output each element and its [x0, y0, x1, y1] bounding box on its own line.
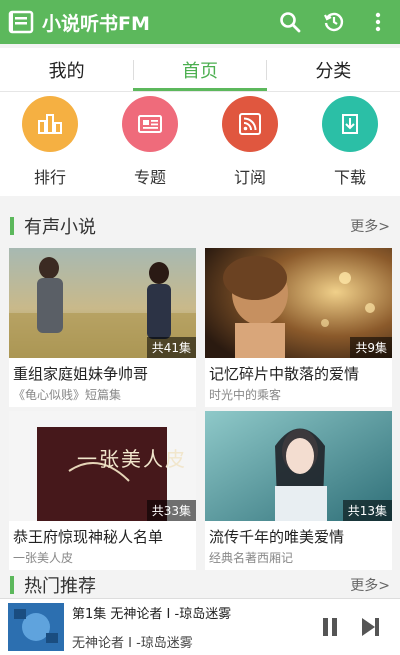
quick-links: 排行 专题 订阅 下载 — [0, 92, 400, 196]
episode-count-badge: 共13集 — [342, 500, 392, 521]
quick-link-ranking[interactable]: 排行 — [0, 92, 100, 196]
quick-link-topic[interactable]: 专题 — [100, 92, 200, 196]
quick-link-download[interactable]: 下载 — [300, 92, 400, 196]
tab-divider — [133, 60, 134, 80]
novel-card[interactable]: 共13集 流传千年的唯美爱情 经典名著西厢记 — [205, 411, 392, 570]
section-accent-bar — [10, 217, 14, 235]
novel-cover: 共41集 — [9, 248, 196, 358]
quick-link-label: 订阅 — [233, 168, 266, 187]
card-subtitle: 《龟心似贱》短篇集 — [13, 388, 122, 402]
tab-home[interactable]: 首页 — [133, 48, 267, 91]
section-title: 热门推荐 — [24, 576, 96, 597]
novel-cover: 一张美人皮 共33集 — [9, 411, 196, 521]
section-accent-bar — [10, 576, 14, 594]
app-root: 小说听书FM 我的 首页 分类 排行 专题 订阅 下载 有声小说 更多> 共41… — [0, 0, 400, 655]
now-playing-cover — [8, 603, 64, 651]
novel-card[interactable]: 一张美人皮 共33集 恭王府惊现神秘人名单 一张美人皮 — [9, 411, 196, 570]
skip-next-icon — [362, 618, 379, 636]
app-title: 小说听书FM — [42, 12, 150, 35]
card-title: 流传千年的唯美爱情 — [209, 528, 345, 546]
episode-count-badge: 共9集 — [350, 337, 392, 358]
history-icon — [324, 12, 344, 32]
history-button[interactable] — [312, 0, 356, 44]
card-title: 记忆碎片中散落的爱情 — [209, 365, 360, 383]
card-subtitle: 时光中的乘客 — [209, 388, 282, 402]
book-list-icon — [8, 10, 34, 34]
tab-mine[interactable]: 我的 — [0, 48, 133, 91]
pause-icon — [323, 618, 337, 636]
episode-count-badge: 共33集 — [146, 500, 196, 521]
now-playing-info: 第1集 无神论者 I -琼岛迷雾 无神论者 I -琼岛迷雾 — [64, 603, 310, 651]
section-header-audio-novels: 有声小说 更多> — [0, 209, 400, 243]
search-button[interactable] — [268, 0, 312, 44]
mini-player[interactable]: 第1集 无神论者 I -琼岛迷雾 无神论者 I -琼岛迷雾 — [0, 598, 400, 655]
now-playing-title: 第1集 无神论者 I -琼岛迷雾 — [72, 607, 232, 622]
next-track-button[interactable] — [350, 607, 390, 647]
card-subtitle: 经典名著西厢记 — [209, 551, 294, 565]
card-title: 重组家庭姐妹争帅哥 — [13, 365, 149, 383]
card-subtitle: 一张美人皮 — [13, 551, 74, 565]
more-vertical-icon — [375, 12, 381, 32]
novel-cover: 共13集 — [205, 411, 392, 521]
episode-count-badge: 共41集 — [146, 337, 196, 358]
novel-card[interactable]: 共9集 记忆碎片中散落的爱情 时光中的乘客 — [205, 248, 392, 407]
cover-title-text: 一张美人皮 — [77, 447, 187, 471]
section-more-link[interactable]: 更多> — [350, 575, 390, 595]
download-icon — [322, 96, 378, 152]
quick-link-subscribe[interactable]: 订阅 — [200, 92, 300, 196]
quick-link-label: 专题 — [133, 168, 166, 187]
ranking-icon — [22, 96, 78, 152]
section-title: 有声小说 — [24, 217, 96, 238]
topic-icon — [122, 96, 178, 152]
tab-divider — [266, 60, 267, 80]
main-tabs: 我的 首页 分类 — [0, 48, 400, 92]
card-title: 恭王府惊现神秘人名单 — [13, 528, 164, 546]
quick-link-label: 下载 — [333, 168, 366, 187]
novel-cover: 共9集 — [205, 248, 392, 358]
more-menu-button[interactable] — [356, 0, 400, 44]
app-header: 小说听书FM — [0, 0, 400, 44]
pause-button[interactable] — [310, 607, 350, 647]
novel-card[interactable]: 共41集 重组家庭姐妹争帅哥 《龟心似贱》短篇集 — [9, 248, 196, 407]
subscribe-icon — [222, 96, 278, 152]
search-icon — [280, 12, 301, 33]
section-more-link[interactable]: 更多> — [350, 216, 390, 236]
now-playing-track: 无神论者 I -琼岛迷雾 — [72, 636, 193, 651]
quick-link-label: 排行 — [33, 168, 66, 187]
section-header-hot-recommend: 热门推荐 更多> — [0, 568, 400, 602]
tab-category[interactable]: 分类 — [267, 48, 400, 91]
